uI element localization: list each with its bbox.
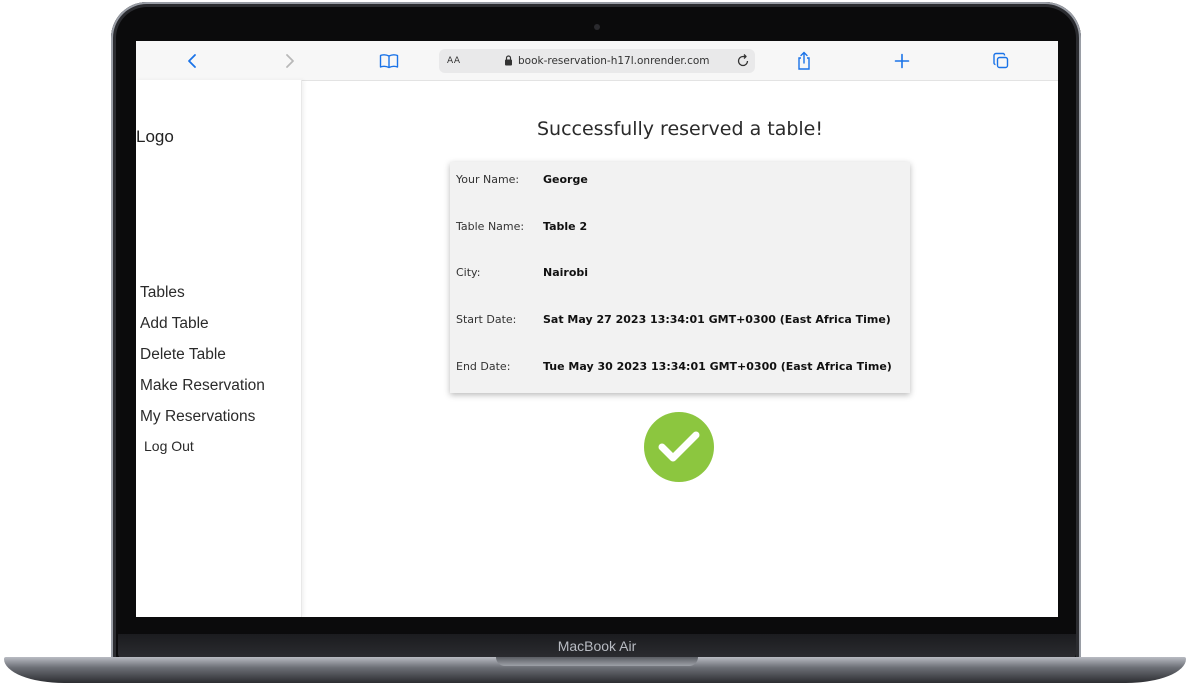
screen: AA book-reservation-h17l.onrender.com Lo… [136, 41, 1058, 617]
tabs-icon [993, 52, 1009, 69]
checkmark-circle-icon [644, 412, 714, 482]
logout-button[interactable]: Log Out [144, 438, 194, 454]
nav-item-my-reservations[interactable]: My Reservations [140, 406, 265, 437]
url-text: book-reservation-h17l.onrender.com [518, 55, 710, 67]
detail-value: Table 2 [543, 220, 588, 233]
forward-button[interactable] [278, 49, 302, 73]
device-model-label: MacBook Air [557, 638, 637, 654]
detail-label: Table Name: [456, 220, 525, 233]
open-book-icon [379, 54, 399, 69]
logo: Logo [136, 127, 174, 146]
share-icon [798, 51, 810, 70]
new-tab-button[interactable] [890, 49, 914, 73]
page-title: Successfully reserved a table! [537, 118, 823, 140]
lock-icon [505, 55, 512, 66]
reservation-details-card: Your Name: George Table Name: Table 2 Ci… [450, 162, 910, 393]
plus-icon [894, 53, 910, 69]
sidebar: Logo Tables Add Table Delete Table Make … [136, 80, 302, 617]
nav-item-add-table[interactable]: Add Table [140, 313, 265, 344]
camera-icon [594, 24, 600, 30]
detail-value: Tue May 30 2023 13:34:01 GMT+0300 (East … [543, 360, 892, 373]
detail-label: Start Date: [456, 313, 517, 326]
checkmark-icon [658, 431, 700, 462]
share-button[interactable] [792, 49, 816, 73]
chevron-right-icon [286, 54, 294, 68]
nav-item-make-reservation[interactable]: Make Reservation [140, 375, 265, 406]
chevron-left-icon [188, 54, 196, 68]
address-bar[interactable]: AA book-reservation-h17l.onrender.com [439, 49, 755, 73]
detail-label: City: [456, 266, 481, 279]
sidebar-nav: Tables Add Table Delete Table Make Reser… [140, 282, 265, 437]
tabs-overview-button[interactable] [989, 49, 1013, 73]
nav-item-delete-table[interactable]: Delete Table [140, 344, 265, 375]
back-button[interactable] [180, 49, 204, 73]
nav-item-tables[interactable]: Tables [140, 282, 265, 313]
detail-value: George [543, 173, 588, 186]
laptop-notch [496, 657, 698, 666]
detail-label: End Date: [456, 360, 511, 373]
browser-toolbar: AA book-reservation-h17l.onrender.com [136, 41, 1058, 81]
detail-value: Sat May 27 2023 13:34:01 GMT+0300 (East … [543, 313, 891, 326]
reload-icon[interactable] [736, 54, 750, 68]
bookmarks-button[interactable] [377, 49, 401, 73]
detail-value: Nairobi [543, 266, 589, 279]
reader-text-size-button[interactable]: AA [447, 49, 461, 73]
detail-label: Your Name: [456, 173, 520, 186]
